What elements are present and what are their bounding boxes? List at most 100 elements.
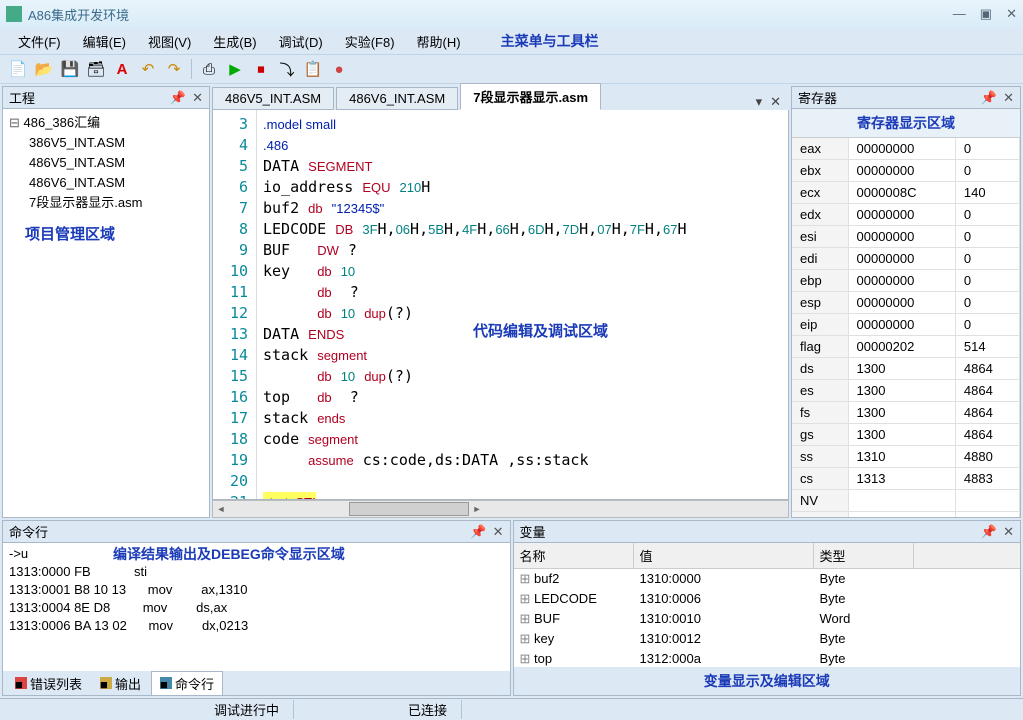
project-panel: 工程 📌 ✕ 486_386汇编 386V5_INT.ASM486V5_INT.… (2, 86, 210, 518)
tree-file[interactable]: 486V6_INT.ASM (9, 173, 203, 193)
variables-panel: 变量 📌 ✕ 名称值类型 ⊞ buf21310:0000Byte⊞ LEDCODE… (513, 520, 1022, 696)
register-row[interactable]: es13004864 (792, 380, 1020, 402)
window-title: A86集成开发环境 (28, 5, 953, 24)
toolbar-btn-1[interactable]: 📂 (32, 57, 56, 81)
variable-row[interactable]: ⊞ top1312:000aByte (514, 649, 1021, 667)
close-icon[interactable]: ✕ (493, 524, 504, 540)
statusbar: 调试进行中 已连接 (0, 698, 1023, 720)
tab-close-icon[interactable]: ✕ (770, 94, 781, 110)
editor-tab[interactable]: 486V5_INT.ASM (212, 87, 334, 110)
registers-panel: 寄存器 📌 ✕ 寄存器显示区域 eax000000000ebx000000000… (791, 86, 1021, 518)
menu-experiment[interactable]: 实验(F8) (335, 29, 405, 54)
editor-region-label: 代码编辑及调试区域 (473, 320, 608, 341)
tab-cmd[interactable]: ■命令行 (151, 671, 223, 696)
registers-title: 寄存器 (798, 88, 981, 107)
cmdline-panel: 命令行 📌 ✕ ->u 1313:0000 FB sti 1313:0001 B8… (2, 520, 511, 696)
register-row[interactable]: eax000000000 (792, 138, 1020, 160)
register-row[interactable]: edx000000000 (792, 204, 1020, 226)
maximize-button[interactable]: ▣ (980, 6, 992, 22)
cmdline-title: 命令行 (9, 522, 470, 541)
register-row[interactable]: ecx0000008C140 (792, 182, 1020, 204)
code-editor[interactable]: 3456789101112131415161718192021 .model s… (212, 110, 789, 500)
menubar: 文件(F) 编辑(E) 视图(V) 生成(B) 调试(D) 实验(F8) 帮助(… (0, 28, 1023, 54)
close-icon[interactable]: ✕ (1003, 524, 1014, 540)
variable-row[interactable]: ⊞ BUF1310:0010Word (514, 609, 1021, 629)
register-row[interactable]: esi000000000 (792, 226, 1020, 248)
minimize-button[interactable]: — (953, 6, 966, 22)
variable-row[interactable]: ⊞ buf21310:0000Byte (514, 569, 1021, 589)
tab-errors[interactable]: ■错误列表 (7, 672, 90, 695)
toolbar-btn-8[interactable]: ⎙ (197, 57, 221, 81)
tree-file[interactable]: 7段显示器显示.asm (9, 193, 203, 213)
menu-help[interactable]: 帮助(H) (407, 29, 471, 54)
register-row[interactable]: cs13134883 (792, 468, 1020, 490)
close-button[interactable]: ✕ (1006, 6, 1017, 22)
register-row[interactable]: UP (792, 512, 1020, 518)
toolbar-btn-2[interactable]: 💾 (58, 57, 82, 81)
tree-file[interactable]: 486V5_INT.ASM (9, 153, 203, 173)
registers-table[interactable]: 寄存器显示区域 eax000000000ebx000000000ecx00000… (792, 109, 1020, 517)
app-icon (6, 6, 22, 22)
register-row[interactable]: ebx000000000 (792, 160, 1020, 182)
menu-edit[interactable]: 编辑(E) (73, 29, 136, 54)
close-icon[interactable]: ✕ (192, 90, 203, 106)
register-row[interactable]: eip000000000 (792, 314, 1020, 336)
register-row[interactable]: flag00000202514 (792, 336, 1020, 358)
menu-debug[interactable]: 调试(D) (269, 29, 333, 54)
scroll-thumb[interactable] (349, 502, 469, 516)
line-gutter: 3456789101112131415161718192021 (213, 110, 257, 499)
toolbar: 📄📂💾🗃A↶↷ ⎙▶⏹⤵📋● (0, 54, 1023, 84)
code-area[interactable]: .model small .486 DATA SEGMENT io_addres… (257, 110, 788, 499)
menu-file[interactable]: 文件(F) (8, 29, 71, 54)
variables-title: 变量 (520, 522, 981, 541)
toolbar-btn-0[interactable]: 📄 (6, 57, 30, 81)
editor-hscrollbar[interactable] (212, 500, 789, 518)
tree-file[interactable]: 386V5_INT.ASM (9, 133, 203, 153)
toolbar-btn-5[interactable]: ↶ (136, 57, 160, 81)
var-col-header: 值 (634, 543, 814, 568)
close-icon[interactable]: ✕ (1003, 90, 1014, 106)
toolbar-btn-6[interactable]: ↷ (162, 57, 186, 81)
register-row[interactable]: fs13004864 (792, 402, 1020, 424)
editor-tab[interactable]: 7段显示器显示.asm (460, 83, 601, 110)
variables-region-label: 变量显示及编辑区域 (514, 667, 1021, 695)
toolbar-btn-13[interactable]: ● (327, 57, 351, 81)
toolbar-btn-3[interactable]: 🗃 (84, 57, 108, 81)
menu-build[interactable]: 生成(B) (203, 29, 266, 54)
editor-panel: 486V5_INT.ASM486V6_INT.ASM7段显示器显示.asm▾✕ … (212, 86, 789, 518)
register-row[interactable]: gs13004864 (792, 424, 1020, 446)
tab-dropdown-icon[interactable]: ▾ (756, 94, 763, 110)
variable-row[interactable]: ⊞ LEDCODE1310:0006Byte (514, 589, 1021, 609)
register-row[interactable]: ebp000000000 (792, 270, 1020, 292)
pin-icon[interactable]: 📌 (981, 524, 997, 540)
cmdline-tabs: ■错误列表 ■输出 ■命令行 (3, 671, 510, 695)
project-tree[interactable]: 486_386汇编 386V5_INT.ASM486V5_INT.ASM486V… (3, 109, 209, 517)
pin-icon[interactable]: 📌 (470, 524, 486, 540)
project-panel-title: 工程 (9, 88, 170, 107)
toolbar-btn-9[interactable]: ▶ (223, 57, 247, 81)
registers-region-label: 寄存器显示区域 (792, 109, 1020, 138)
editor-tabs: 486V5_INT.ASM486V6_INT.ASM7段显示器显示.asm ▾ ✕ (212, 86, 789, 110)
tab-output[interactable]: ■输出 (92, 672, 149, 695)
variables-table[interactable]: 名称值类型 ⊞ buf21310:0000Byte⊞ LEDCODE1310:0… (514, 543, 1021, 667)
cmdline-output[interactable]: ->u 1313:0000 FB sti 1313:0001 B8 10 13 … (3, 543, 510, 671)
var-col-header: 类型 (814, 543, 914, 568)
variable-row[interactable]: ⊞ key1310:0012Byte (514, 629, 1021, 649)
toolbar-btn-4[interactable]: A (110, 57, 134, 81)
toolbar-btn-11[interactable]: ⤵ (275, 57, 299, 81)
pin-icon[interactable]: 📌 (981, 90, 997, 106)
pin-icon[interactable]: 📌 (170, 90, 186, 106)
register-row[interactable]: NV (792, 490, 1020, 512)
toolbar-btn-10[interactable]: ⏹ (249, 57, 273, 81)
menu-view[interactable]: 视图(V) (138, 29, 201, 54)
titlebar: A86集成开发环境 — ▣ ✕ (0, 0, 1023, 28)
register-row[interactable]: ss13104880 (792, 446, 1020, 468)
register-row[interactable]: esp000000000 (792, 292, 1020, 314)
register-row[interactable]: ds13004864 (792, 358, 1020, 380)
toolbar-btn-12[interactable]: 📋 (301, 57, 325, 81)
register-row[interactable]: edi000000000 (792, 248, 1020, 270)
editor-tab[interactable]: 486V6_INT.ASM (336, 87, 458, 110)
cmdline-region-label: 编译结果输出及DEBEG命令显示区域 (113, 545, 345, 563)
status-left: 调试进行中 (200, 700, 294, 719)
tree-root[interactable]: 486_386汇编 (9, 113, 203, 133)
